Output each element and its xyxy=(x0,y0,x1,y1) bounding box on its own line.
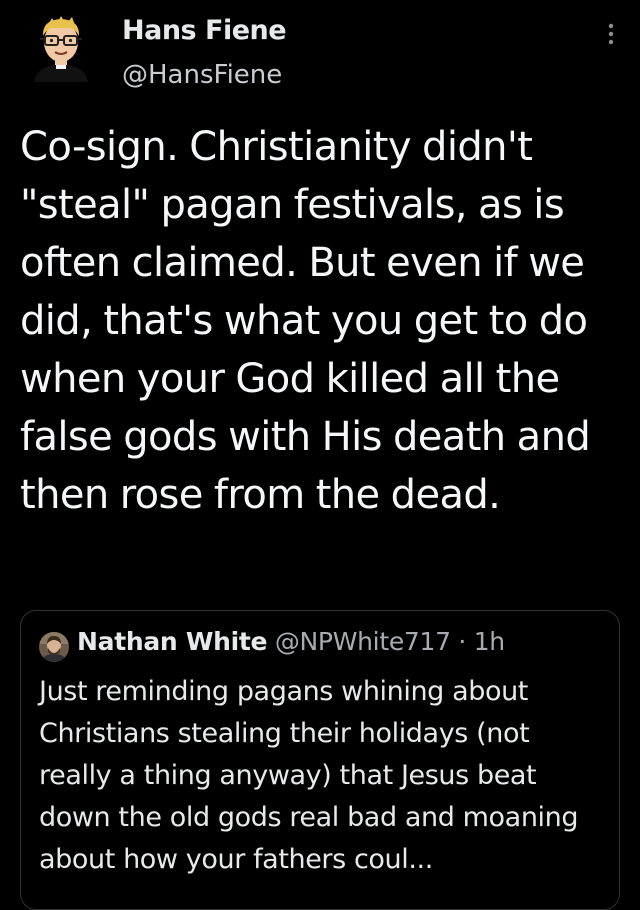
quote-timestamp[interactable]: 1h xyxy=(474,627,505,656)
author-name[interactable]: Hans Fiene xyxy=(122,15,287,46)
quote-author-name[interactable]: Nathan White xyxy=(77,627,267,656)
quote-separator: · xyxy=(458,627,467,656)
tweet-text: Co-sign. Christianity didn't "steal" pag… xyxy=(20,124,591,518)
author-avatar[interactable] xyxy=(26,12,96,82)
quote-text: Just reminding pagans whining about Chri… xyxy=(39,676,579,875)
more-options-button[interactable] xyxy=(600,18,622,50)
more-vertical-icon xyxy=(608,23,614,45)
quote-author-avatar[interactable] xyxy=(39,632,69,662)
author-handle[interactable]: @HansFiene xyxy=(122,60,282,90)
quote-header: Nathan White @NPWhite717 · 1h xyxy=(77,627,505,656)
quoted-tweet[interactable]: Nathan White @NPWhite717 · 1h Just remin… xyxy=(20,610,620,910)
quote-author-handle[interactable]: @NPWhite717 xyxy=(275,627,451,656)
profile-photo-icon xyxy=(39,632,69,662)
cartoon-avatar-icon xyxy=(34,16,88,82)
tweet-header: Hans Fiene @HansFiene xyxy=(0,0,640,100)
